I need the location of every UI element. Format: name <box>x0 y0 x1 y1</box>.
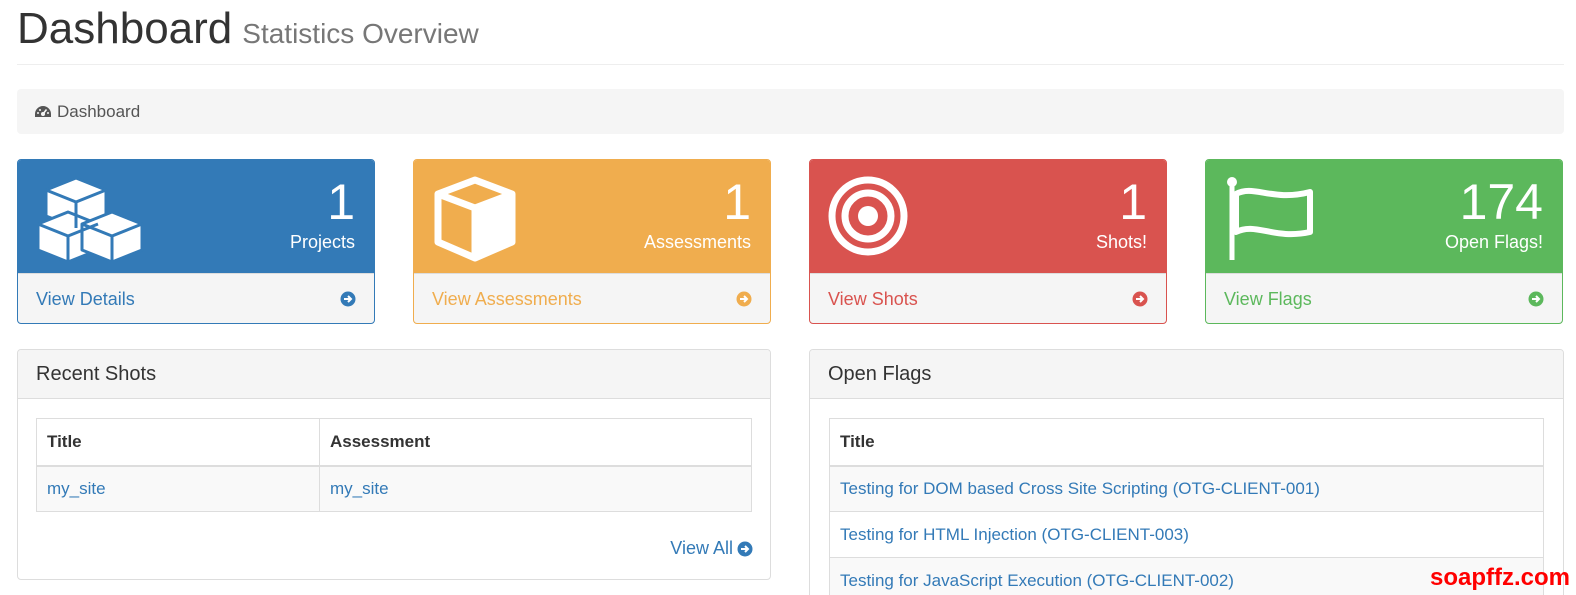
assessments-label: Assessments <box>643 232 751 252</box>
assessments-panel-heading: 1 Assessments <box>414 160 770 273</box>
breadcrumb-label: Dashboard <box>57 101 141 121</box>
shot-title-link[interactable]: my_site <box>47 479 106 498</box>
assessments-panel: 1 Assessments View Assessments <box>413 159 771 324</box>
page-subtitle: Statistics Overview <box>242 18 479 49</box>
table-header-row: Title <box>829 418 1544 467</box>
table-row: my_site my_site <box>36 465 752 512</box>
projects-panel: 1 Projects View Details <box>17 159 375 324</box>
page-title-text: Dashboard <box>17 4 233 53</box>
flags-count: 174 <box>1459 174 1543 230</box>
table-cell: Testing for DOM based Cross Site Scripti… <box>829 465 1544 512</box>
flags-label: Open Flags! <box>1444 232 1543 252</box>
view-assessments-label: View Assessments <box>432 288 582 309</box>
arrow-circle-right-icon <box>340 291 356 307</box>
watermark: soapffz.com <box>1429 564 1570 591</box>
cube-icon <box>434 176 516 262</box>
shots-label: Shots! <box>1095 232 1147 252</box>
table-cell: my_site <box>319 465 752 512</box>
view-all-label: View All <box>670 538 733 558</box>
view-details-label: View Details <box>36 288 135 309</box>
target-icon <box>828 176 908 256</box>
table-cell: my_site <box>36 465 320 512</box>
column-header-title: Title <box>36 418 320 467</box>
table-row: Testing for HTML Injection (OTG-CLIENT-0… <box>829 511 1544 558</box>
flag-title-link[interactable]: Testing for JavaScript Execution (OTG-CL… <box>840 571 1234 590</box>
projects-label: Projects <box>289 232 355 252</box>
flag-title-link[interactable]: Testing for HTML Injection (OTG-CLIENT-0… <box>840 525 1189 544</box>
page-header: Dashboard Statistics Overview <box>17 0 1564 65</box>
shots-panel: 1 Shots! View Shots <box>809 159 1167 324</box>
arrow-circle-right-icon <box>736 291 752 307</box>
view-all-link[interactable]: View All <box>670 538 753 559</box>
projects-panel-heading: 1 Projects <box>18 160 374 273</box>
shots-panel-heading: 1 Shots! <box>810 160 1166 273</box>
column-header-title: Title <box>829 418 1544 467</box>
table-row: Testing for DOM based Cross Site Scripti… <box>829 465 1544 512</box>
table-cell: Testing for HTML Injection (OTG-CLIENT-0… <box>829 511 1544 558</box>
column-header-assessment: Assessment <box>319 418 752 467</box>
flag-icon <box>1227 177 1313 260</box>
projects-count: 1 <box>327 174 355 230</box>
shot-assessment-link[interactable]: my_site <box>330 479 389 498</box>
open-flags-heading: Open Flags <box>810 350 1563 399</box>
view-details-link[interactable]: View Details <box>18 273 374 323</box>
recent-shots-panel: Recent Shots Title Assessment my_site my… <box>17 349 771 580</box>
dashboard-page: Dashboard Statistics Overview Dashboard <box>0 0 1576 595</box>
view-flags-link[interactable]: View Flags <box>1206 273 1562 323</box>
dashboard-icon <box>35 105 51 117</box>
table-header-row: Title Assessment <box>36 418 752 467</box>
recent-shots-table: Title Assessment my_site my_site <box>36 418 752 512</box>
view-assessments-link[interactable]: View Assessments <box>414 273 770 323</box>
arrow-circle-right-icon <box>737 541 753 556</box>
view-shots-link[interactable]: View Shots <box>810 273 1166 323</box>
flag-title-link[interactable]: Testing for DOM based Cross Site Scripti… <box>840 479 1320 498</box>
breadcrumb: Dashboard <box>17 89 1564 134</box>
view-shots-label: View Shots <box>828 288 918 309</box>
page-title: Dashboard Statistics Overview <box>17 4 479 59</box>
recent-shots-heading: Recent Shots <box>18 350 770 399</box>
view-flags-label: View Flags <box>1224 288 1312 309</box>
cubes-icon <box>36 176 144 262</box>
assessments-count: 1 <box>723 174 751 230</box>
open-flags-panel: Open Flags Title Testing for DOM based C… <box>809 349 1564 595</box>
flags-panel-heading: 174 Open Flags! <box>1206 160 1562 273</box>
flags-panel: 174 Open Flags! View Flags <box>1205 159 1563 324</box>
arrow-circle-right-icon <box>1132 291 1148 307</box>
arrow-circle-right-icon <box>1528 291 1544 307</box>
shots-count: 1 <box>1119 174 1147 230</box>
